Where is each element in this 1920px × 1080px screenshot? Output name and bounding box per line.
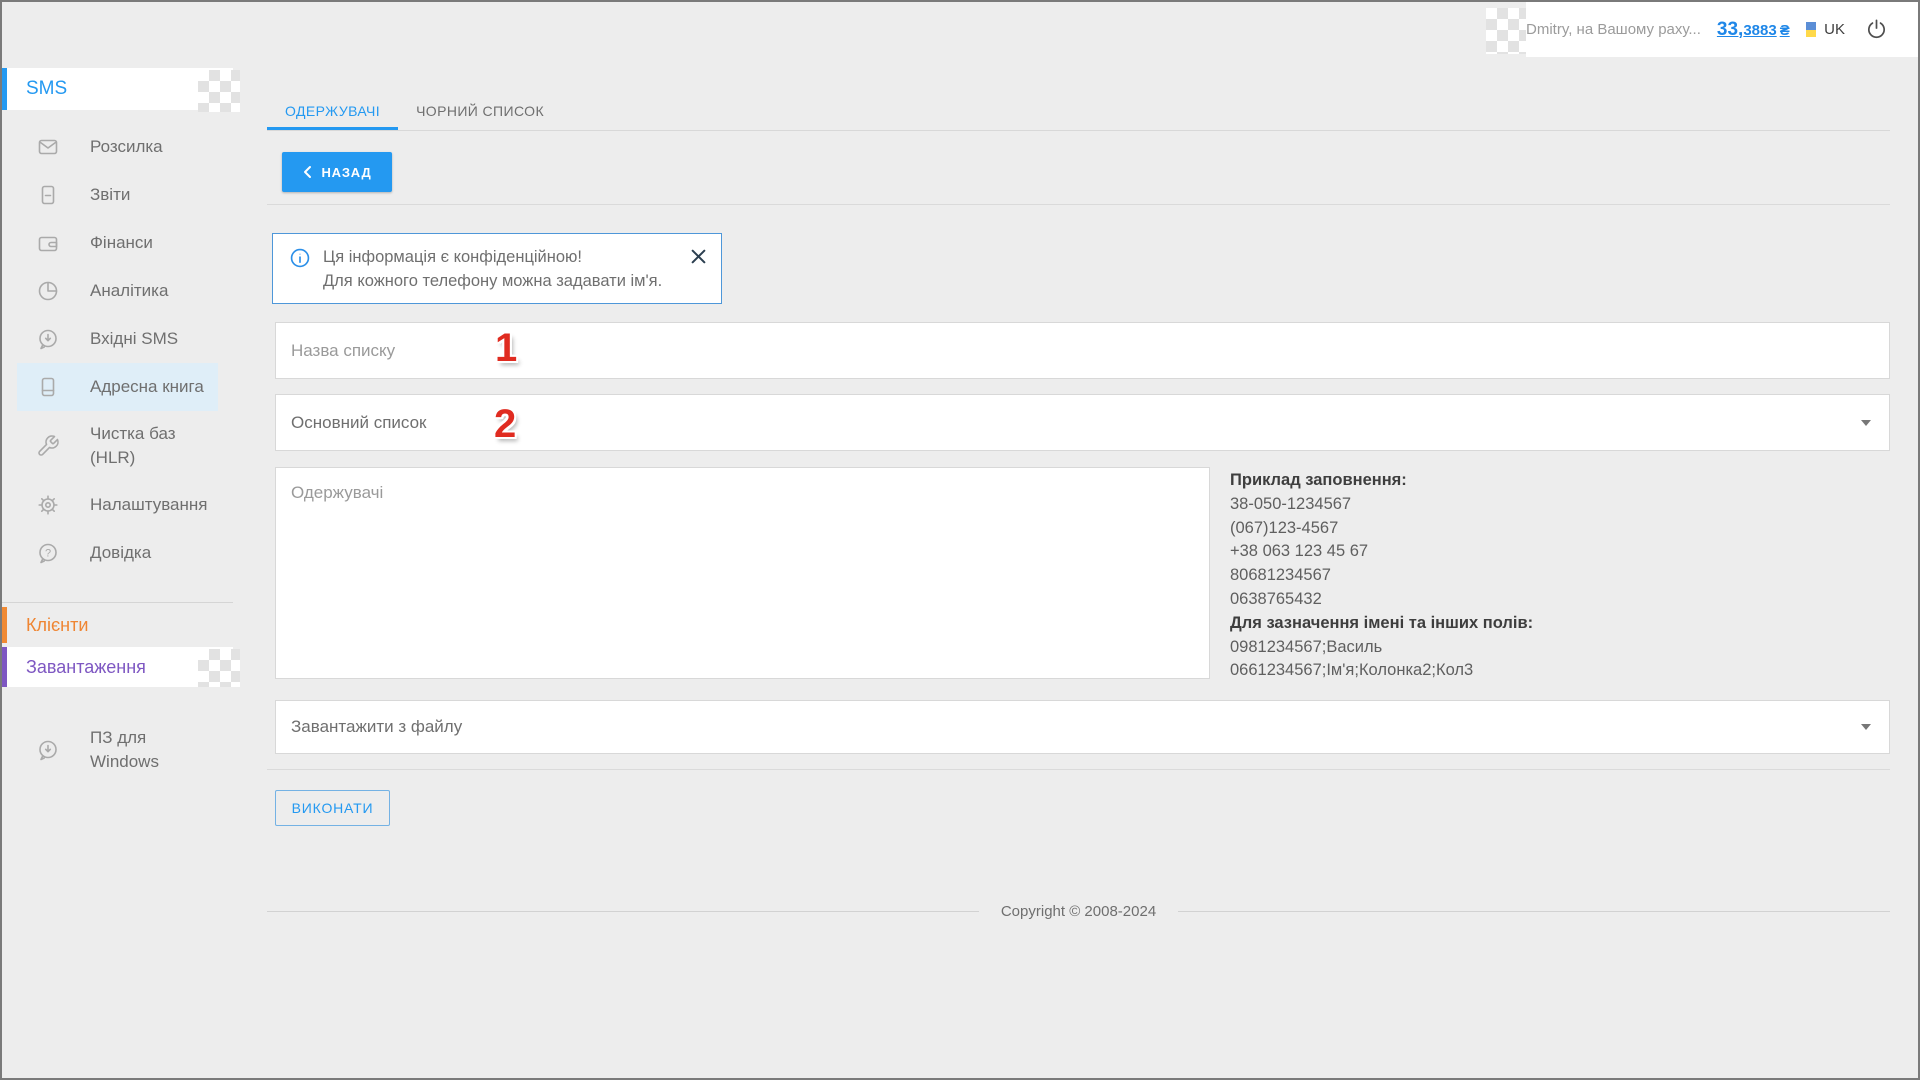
fill-example-block: Приклад заповнення: 38-050-1234567 (067)…: [1230, 469, 1533, 683]
info-icon: [289, 247, 311, 292]
info-line-1: Ця інформація є конфіденційною!: [323, 248, 583, 266]
example-title: Приклад заповнення:: [1230, 471, 1407, 489]
list-type-select[interactable]: Основний список: [275, 394, 1890, 451]
annotation-number-2: 2: [494, 402, 517, 446]
tab-recipients[interactable]: ОДЕРЖУВАЧІ: [267, 90, 398, 130]
chevron-down-icon: [1861, 724, 1871, 730]
sidebar-item-label: Розсилка: [90, 137, 163, 156]
chevron-left-icon: [304, 166, 312, 178]
clients-label: Клієнти: [26, 614, 89, 635]
app-window: Dmitry, на Вашому раху... 33,3883 ₴ UK SM…: [0, 0, 1920, 1080]
sidebar-section-clients[interactable]: Клієнти: [2, 603, 233, 647]
example-line: 38-050-1234567: [1230, 494, 1352, 513]
sidebar-item-windows-software[interactable]: ПЗ для Windows: [17, 715, 218, 785]
downloads-label: Завантаження: [26, 656, 146, 677]
pie-chart-icon: [36, 279, 60, 303]
example-title-2: Для зазначення імені та інших полів:: [1230, 613, 1534, 632]
incoming-message-icon: [36, 327, 60, 351]
submit-button[interactable]: ВИКОНАТИ: [275, 790, 390, 826]
balance-main: 33,: [1716, 18, 1744, 40]
sidebar-item-settings[interactable]: Налаштування: [17, 481, 218, 529]
annotation-number-1: 1: [495, 326, 518, 370]
svg-text:?: ?: [45, 548, 51, 560]
pixel-decoration-downloads: [198, 649, 240, 687]
list-name-input[interactable]: [275, 322, 1890, 379]
upload-source-value: Завантажити з файлу: [291, 717, 463, 736]
pixel-decoration-sms: [198, 70, 240, 112]
language-selector[interactable]: UK: [1824, 21, 1845, 38]
chevron-down-icon: [1861, 419, 1871, 426]
sidebar-item-incoming-sms[interactable]: Вхідні SMS: [17, 315, 218, 363]
example-line: 0638765432: [1230, 589, 1322, 608]
sidebar-item-finance[interactable]: Фінанси: [17, 219, 218, 267]
sidebar-item-label: Довідка: [90, 543, 152, 562]
wrench-icon: [36, 434, 60, 458]
example-line: 0981234567;Василь: [1230, 637, 1383, 656]
ukraine-flag-icon: [1805, 22, 1817, 37]
sidebar-item-label: Адресна книга: [90, 377, 204, 396]
example-line: (067)123-4567: [1230, 518, 1339, 537]
info-text: Ця інформація є конфіденційною! Для кожн…: [323, 245, 662, 292]
envelope-icon: [36, 135, 60, 159]
sidebar-item-mailing[interactable]: Розсилка: [17, 123, 218, 171]
account-user-text: Dmitry, на Вашому раху...: [1526, 21, 1701, 38]
currency-symbol: ₴: [1779, 21, 1790, 39]
sidebar-item-label: Чистка баз (HLR): [90, 424, 176, 467]
gear-icon: [36, 493, 60, 517]
example-line: +38 063 123 45 67: [1230, 542, 1369, 561]
sidebar-item-label: Вхідні SMS: [90, 329, 179, 348]
recipients-textarea[interactable]: [275, 467, 1210, 679]
sms-section-label: SMS: [26, 78, 68, 99]
balance-fraction: 3883: [1743, 21, 1777, 39]
list-type-value: Основний список: [291, 412, 427, 432]
example-line: 80681234567: [1230, 566, 1331, 585]
sidebar-item-reports[interactable]: Звіти: [17, 171, 218, 219]
sidebar-item-help[interactable]: ? Довідка: [17, 529, 218, 577]
copyright-text: Copyright © 2008-2024: [1000, 903, 1157, 920]
sidebar-item-label: Фінанси: [90, 233, 153, 252]
section-divider: [267, 769, 1890, 770]
wallet-icon: [36, 231, 60, 255]
help-icon: ?: [36, 541, 60, 565]
sidebar-nav: Розсилка Звіти Фінанси Аналітика Вхідні …: [2, 110, 233, 577]
footer: Copyright © 2008-2024: [267, 903, 1891, 920]
sidebar-item-label: ПЗ для Windows: [90, 728, 159, 771]
close-icon[interactable]: [690, 248, 707, 265]
footer-divider-right: [1178, 911, 1891, 912]
sidebar-item-label: Аналітика: [90, 281, 169, 300]
sidebar-item-analytics[interactable]: Аналітика: [17, 267, 218, 315]
footer-divider-left: [267, 911, 979, 912]
pixel-decoration-topbar: [1486, 8, 1530, 54]
balance-link[interactable]: 33,3883 ₴: [1717, 19, 1790, 41]
sidebar-item-label: Налаштування: [90, 495, 208, 514]
back-button[interactable]: НАЗАД: [282, 152, 392, 192]
back-button-label: НАЗАД: [321, 164, 372, 180]
download-icon: [36, 738, 60, 762]
tab-blacklist[interactable]: ЧОРНИЙ СПИСОК: [398, 90, 562, 130]
sidebar-item-hlr-cleaning[interactable]: Чистка баз (HLR): [17, 411, 218, 481]
logout-power-icon[interactable]: [1865, 18, 1888, 41]
info-line-2: Для кожного телефону можна задавати ім'я…: [323, 272, 663, 290]
confidential-info-box: Ця інформація є конфіденційною! Для кожн…: [272, 233, 722, 304]
main-content: ОДЕРЖУВАЧІ ЧОРНИЙ СПИСОК НАЗАД Ця інформ…: [267, 68, 1891, 1078]
example-line: 0661234567;Ім'я;Колонка2;Кол3: [1230, 661, 1474, 680]
tab-bar: ОДЕРЖУВАЧІ ЧОРНИЙ СПИСОК: [267, 90, 1890, 131]
address-book-icon: [36, 375, 60, 399]
topbar-user-card: Dmitry, на Вашому раху... 33,3883 ₴ UK: [1526, 2, 1918, 57]
report-icon: [36, 183, 60, 207]
sidebar-item-label: Звіти: [90, 185, 131, 204]
section-divider: [267, 204, 1890, 205]
sidebar-item-address-book[interactable]: Адресна книга: [17, 363, 218, 411]
upload-source-select[interactable]: Завантажити з файлу: [275, 700, 1890, 754]
